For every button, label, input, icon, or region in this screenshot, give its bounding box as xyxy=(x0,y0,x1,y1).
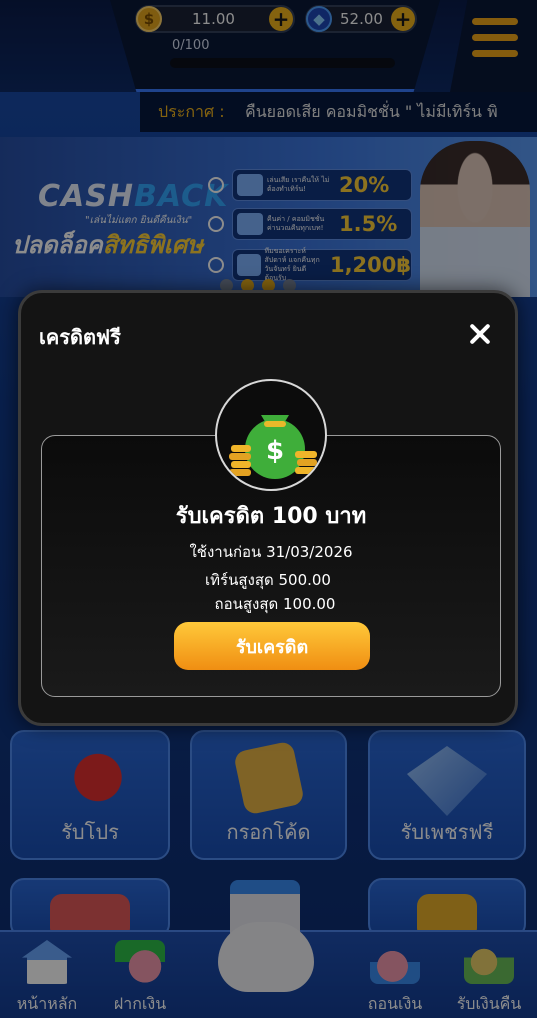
credit-heading: รับเครดิต 100 บาท xyxy=(175,504,367,529)
free-credit-modal: เครดิตฟรี รับเครดิต 100 บาท ใช้งานก่อน 3… xyxy=(18,290,518,726)
max-withdraw: ถอนสูงสุด 100.00 xyxy=(214,595,336,613)
modal-title: เครดิตฟรี xyxy=(39,325,121,349)
money-bag-icon: $ xyxy=(215,379,327,491)
claim-credit-button[interactable]: รับเครดิต xyxy=(174,622,370,670)
svg-text:$: $ xyxy=(266,436,284,466)
money-bag-graphic: $ xyxy=(229,415,317,479)
close-icon[interactable] xyxy=(467,321,493,347)
expiry-date: ใช้งานก่อน 31/03/2026 xyxy=(189,543,353,561)
max-turnover: เทิร์นสูงสุด 500.00 xyxy=(205,571,331,589)
